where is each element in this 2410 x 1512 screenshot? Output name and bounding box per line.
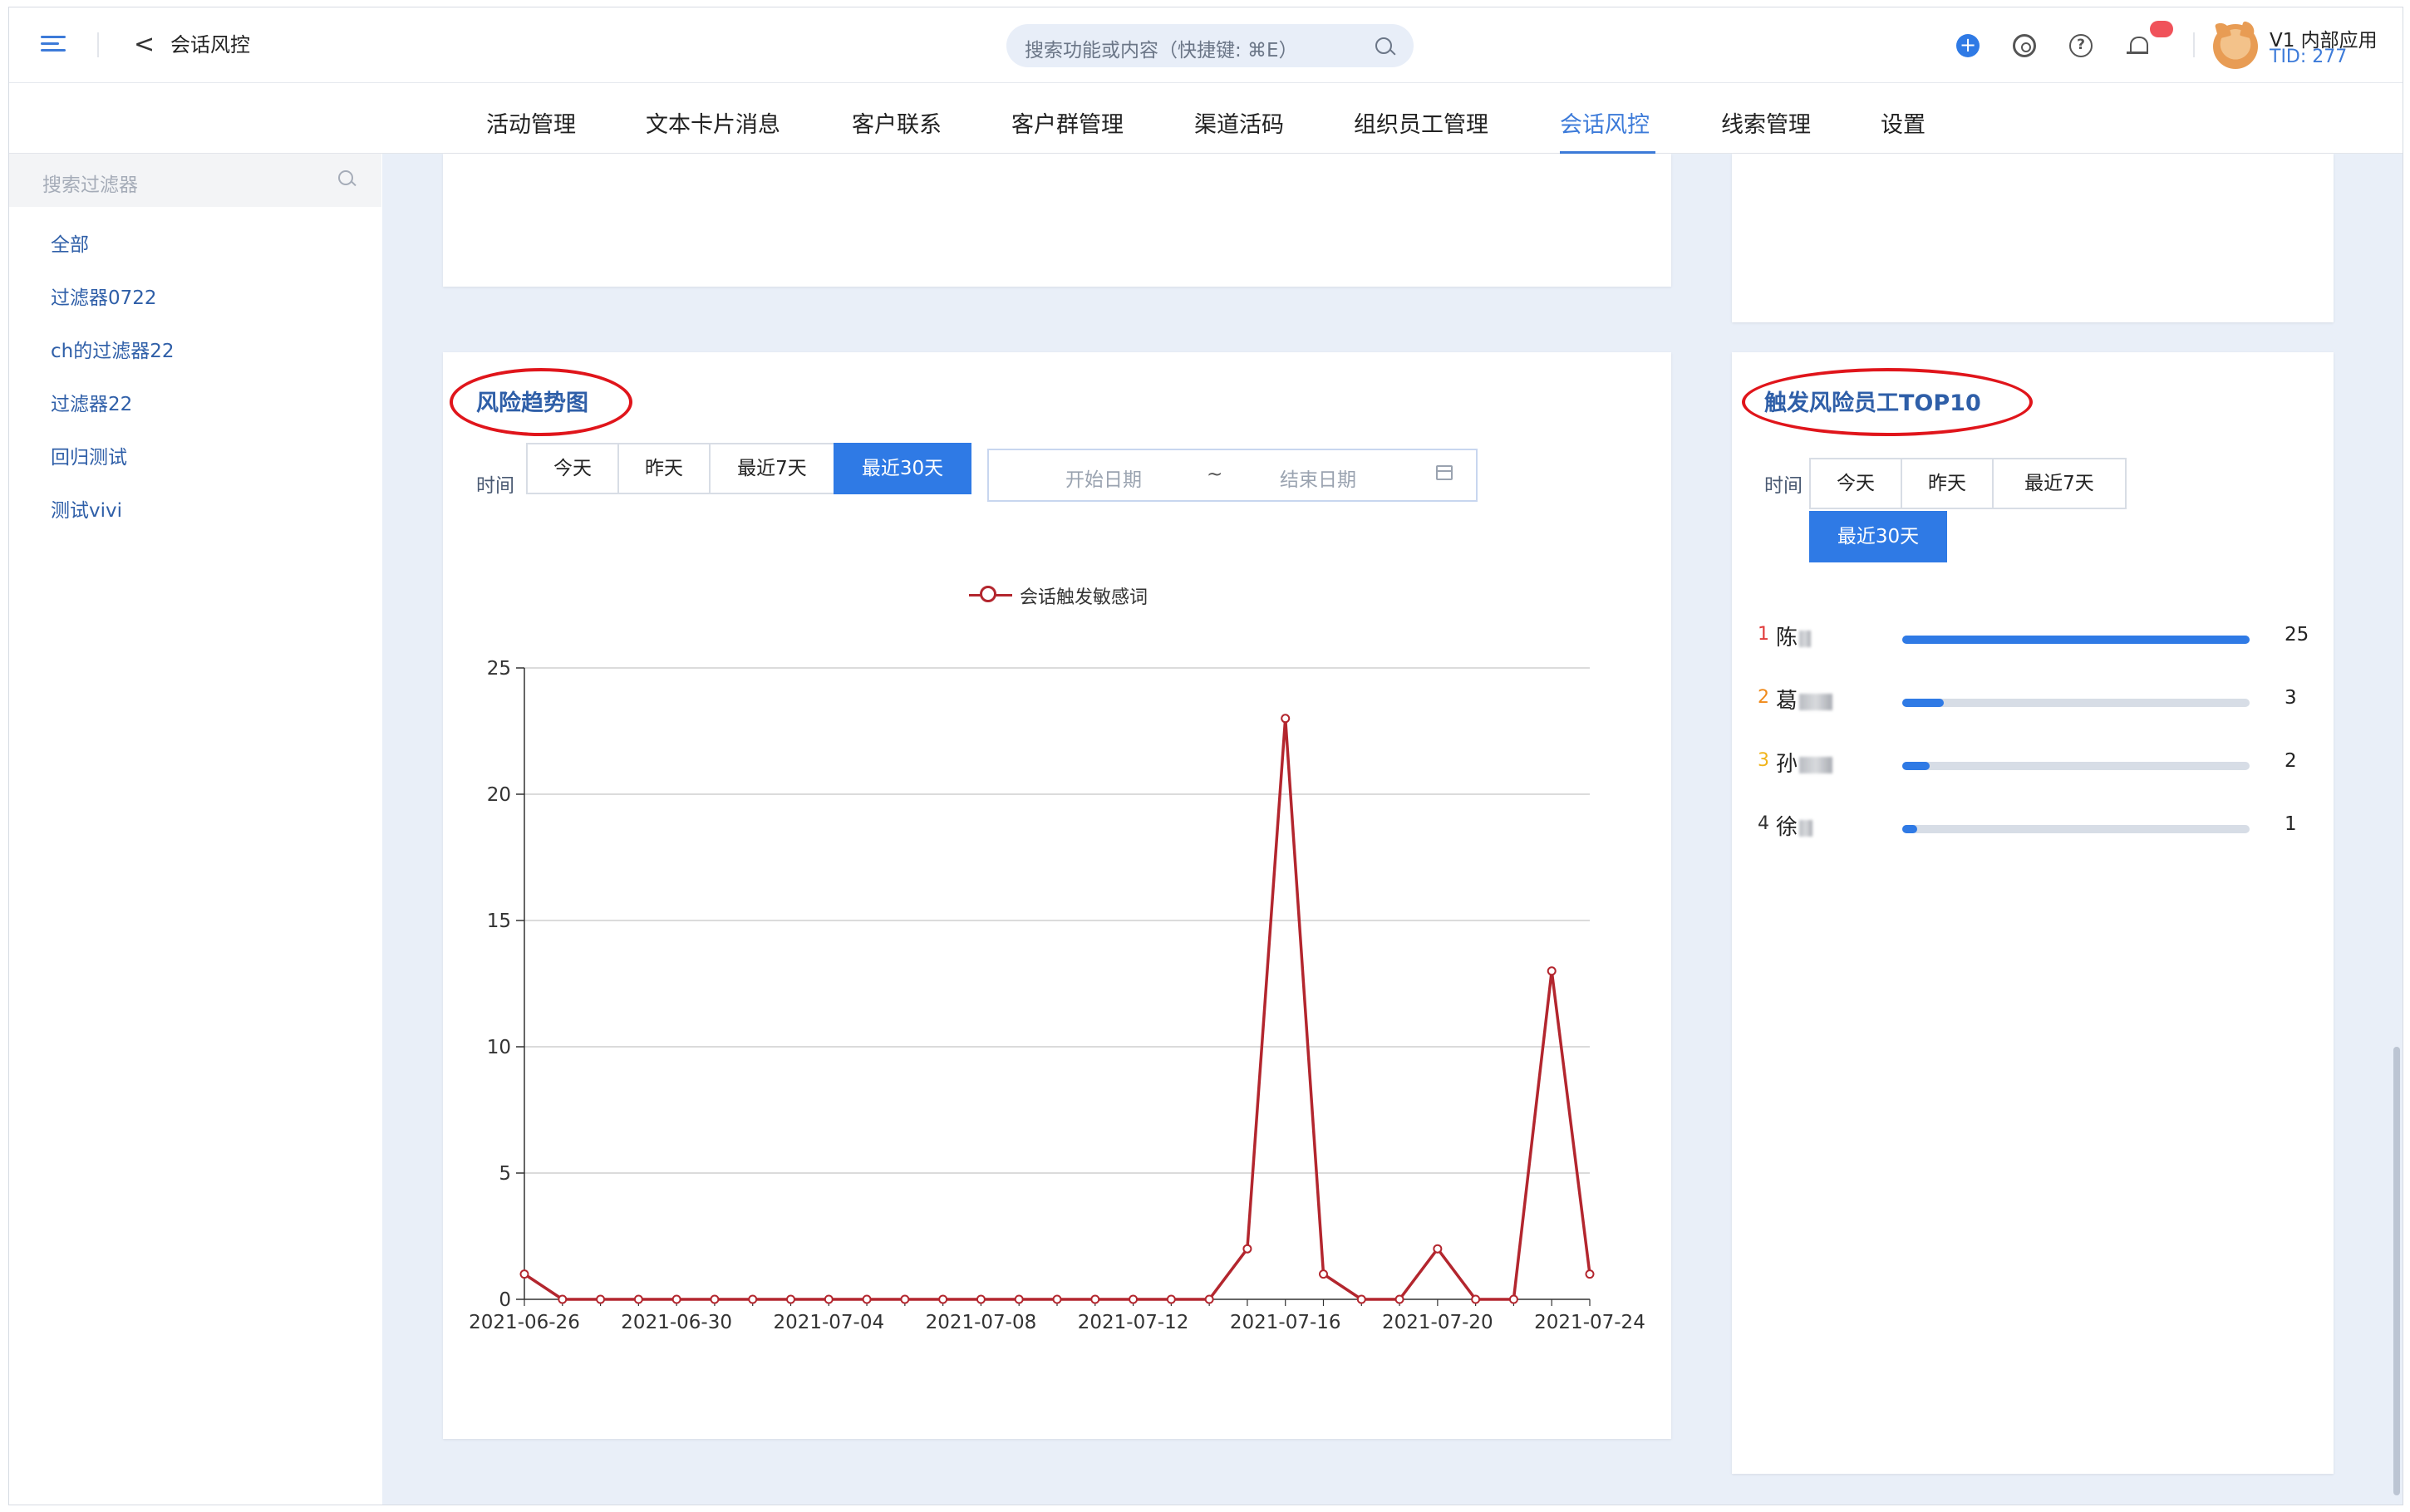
top10-range-yesterday-button[interactable]: 昨天	[1901, 458, 1994, 509]
count-bar-track	[1902, 825, 2250, 833]
x-tick-label: 2021-06-30	[621, 1312, 732, 1333]
data-point	[558, 1294, 568, 1304]
data-point	[938, 1294, 948, 1304]
data-point	[710, 1294, 720, 1304]
data-point	[633, 1294, 643, 1304]
top10-range-today-button[interactable]: 今天	[1809, 458, 1902, 509]
redacted-name	[1799, 630, 1812, 647]
data-point	[596, 1294, 606, 1304]
redacted-name	[1799, 756, 1833, 773]
top10-range-7days-button[interactable]: 最近7天	[1992, 458, 2127, 509]
employee-name: 陈	[1776, 621, 1812, 651]
count-bar-track	[1902, 699, 2250, 707]
data-point	[900, 1294, 910, 1304]
count-bar-track	[1902, 636, 2250, 644]
rank-number: 2	[1758, 687, 1769, 708]
data-point	[1281, 714, 1291, 724]
rank-number: 3	[1758, 750, 1769, 771]
data-point	[519, 1269, 529, 1279]
redacted-name	[1799, 819, 1813, 837]
x-tick-label: 2021-07-04	[773, 1312, 884, 1333]
data-point	[1319, 1269, 1328, 1279]
data-point	[1052, 1294, 1062, 1304]
y-tick-label: 15	[487, 911, 511, 932]
top10-range-30days-button[interactable]: 最近30天	[1809, 511, 1947, 562]
data-point	[1508, 1294, 1518, 1304]
rank-number: 1	[1758, 624, 1769, 645]
data-point	[1204, 1294, 1214, 1304]
data-point	[1547, 966, 1557, 976]
app-window: < 会话风控 搜索功能或内容（快捷键: ⌘E） + ? V1 内部应用 TID:…	[8, 7, 2403, 1505]
x-tick-label: 2021-07-20	[1382, 1312, 1493, 1333]
data-point	[1394, 1294, 1404, 1304]
y-tick-label: 5	[499, 1163, 511, 1185]
count-bar-fill	[1902, 636, 2250, 644]
count-bar-fill	[1902, 825, 1917, 833]
data-point	[671, 1294, 681, 1304]
y-tick-label: 20	[487, 784, 511, 806]
top10-title: 触发风险员工TOP10	[1764, 390, 1981, 416]
page-scrollbar[interactable]	[2393, 1047, 2400, 1495]
trigger-count: 25	[2285, 624, 2309, 646]
data-point	[862, 1294, 872, 1304]
data-point	[824, 1294, 834, 1304]
data-point	[1014, 1294, 1024, 1304]
data-point	[1129, 1294, 1139, 1304]
data-point	[1242, 1244, 1252, 1254]
data-point	[976, 1294, 986, 1304]
data-point	[786, 1294, 795, 1304]
data-point	[748, 1294, 758, 1304]
x-tick-label: 2021-07-12	[1078, 1312, 1189, 1333]
trigger-count: 1	[2285, 813, 2297, 835]
data-point	[1090, 1294, 1100, 1304]
trigger-count: 2	[2285, 750, 2297, 772]
trigger-count: 3	[2285, 687, 2297, 709]
x-tick-label: 2021-06-26	[469, 1312, 580, 1333]
x-tick-label: 2021-07-24	[1534, 1312, 1645, 1333]
count-bar-fill	[1902, 762, 1930, 770]
employee-name: 孙	[1776, 747, 1833, 778]
y-tick-label: 10	[487, 1037, 511, 1058]
x-tick-label: 2021-07-16	[1230, 1312, 1341, 1333]
data-point	[1585, 1269, 1595, 1279]
rank-number: 4	[1758, 813, 1769, 834]
redacted-name	[1799, 693, 1833, 710]
employee-name: 葛	[1776, 684, 1833, 714]
employee-name: 徐	[1776, 810, 1813, 841]
series-line	[524, 718, 1591, 1301]
x-tick-label: 2021-07-08	[926, 1312, 1037, 1333]
y-tick-label: 0	[499, 1289, 511, 1311]
time-label: 时间	[1764, 475, 1803, 497]
data-point	[1433, 1244, 1443, 1254]
data-point	[1356, 1294, 1366, 1304]
data-point	[1471, 1294, 1481, 1304]
data-point	[1166, 1294, 1176, 1304]
count-bar-fill	[1902, 699, 1945, 707]
count-bar-track	[1902, 762, 2250, 770]
y-tick-label: 25	[487, 658, 511, 680]
